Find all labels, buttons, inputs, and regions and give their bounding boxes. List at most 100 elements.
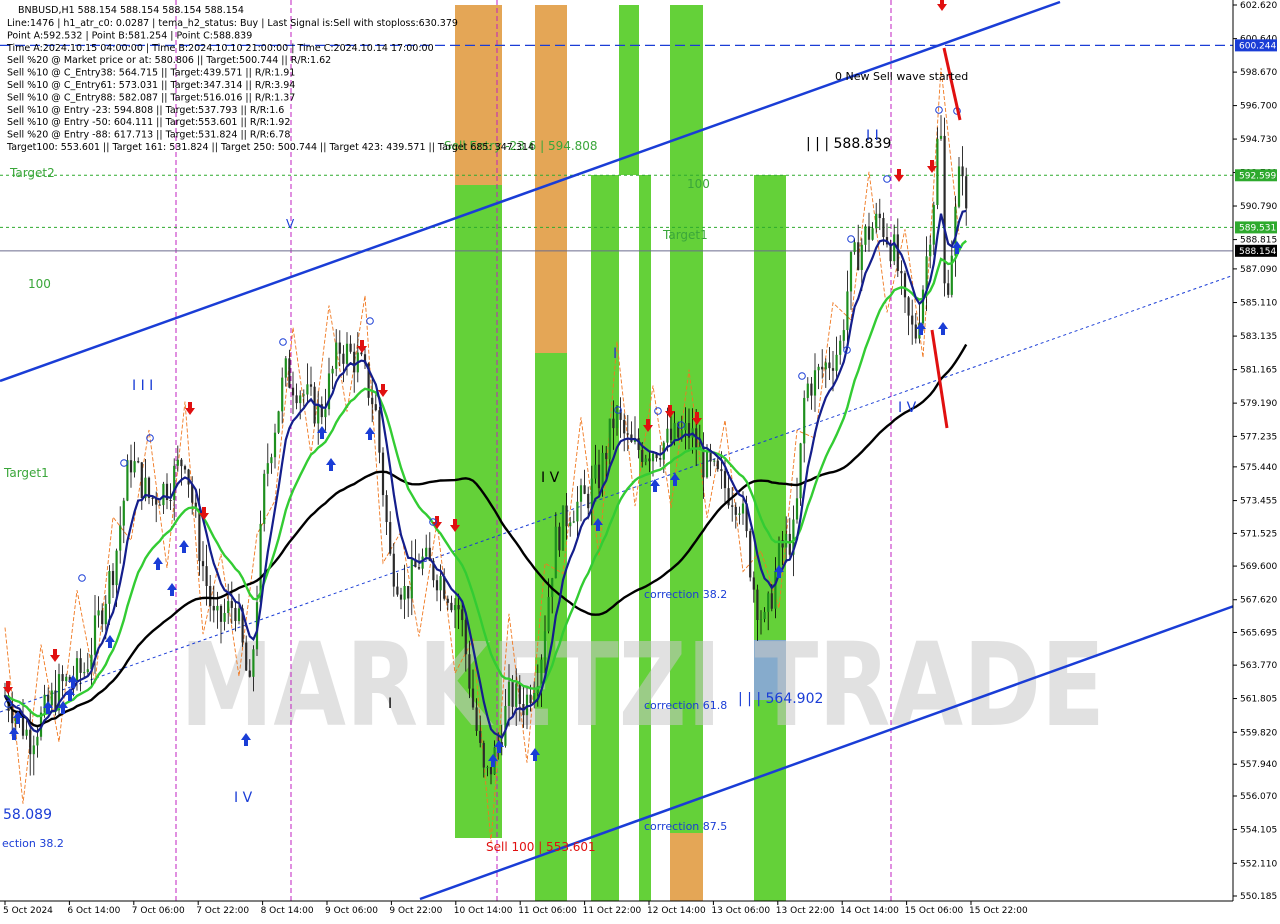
- candle-body: [11, 710, 14, 724]
- candle-body: [140, 462, 143, 499]
- candle-body: [605, 452, 608, 460]
- candle-body: [284, 358, 287, 378]
- time-tick-label: 12 Oct 14:00: [647, 906, 706, 916]
- candle-body: [597, 464, 601, 489]
- price-tick-label: 569.600: [1240, 562, 1277, 572]
- time-tick-label: 11 Oct 22:00: [583, 906, 642, 916]
- candle-body: [741, 503, 745, 514]
- candle-body: [75, 658, 79, 681]
- candle-body: [713, 460, 716, 462]
- candle-body: [234, 607, 237, 622]
- candle-body: [828, 362, 831, 369]
- candle-body: [299, 395, 302, 404]
- candle-body: [345, 343, 349, 364]
- candle-body: [763, 611, 766, 620]
- candle-body: [281, 377, 284, 412]
- time-tick-label: 7 Oct 22:00: [196, 906, 249, 916]
- info-line: Sell %20 @ Market price or at: 580.806 |…: [7, 55, 331, 66]
- price-tag-label: 588.154: [1239, 247, 1276, 257]
- watermark: MARKETZI TRADE: [180, 619, 1105, 753]
- candle-body: [392, 553, 395, 587]
- price-chart[interactable]: MARKETZI TRADE Sell Entry -23.6 | 594.80…: [0, 0, 1280, 920]
- price-axis[interactable]: 602.620600.640598.670596.700594.730592.7…: [1232, 0, 1280, 920]
- candle-body: [824, 362, 827, 370]
- candle-body: [601, 452, 604, 489]
- new-wave-label: 0 New Sell wave started: [835, 70, 968, 83]
- candle-body: [180, 459, 183, 467]
- level-100-left: 100: [28, 277, 51, 291]
- level-100-mid: 100: [687, 177, 710, 191]
- candle-body: [248, 670, 251, 677]
- candle-body: [788, 533, 791, 555]
- candle-body: [651, 453, 655, 462]
- candle-body: [205, 566, 208, 586]
- candle-body: [133, 461, 136, 473]
- time-tick-label: 9 Oct 06:00: [325, 906, 378, 916]
- candle-body: [641, 449, 644, 462]
- candle-body: [223, 612, 226, 622]
- candle-body: [594, 464, 597, 479]
- wave-iv-label: I V: [541, 470, 560, 486]
- candle-body: [403, 585, 406, 600]
- candle-body: [324, 409, 327, 418]
- candle-body: [626, 433, 629, 435]
- candle-body: [623, 419, 626, 434]
- candle-body: [731, 505, 734, 507]
- wave-v-label: V: [286, 217, 295, 231]
- candle-body: [201, 561, 205, 567]
- candle-body: [79, 658, 82, 673]
- info-line: Target100: 553.601 || Target 161: 531.82…: [6, 142, 534, 153]
- candle-body: [183, 466, 187, 470]
- wave-i-mid-label: I: [613, 346, 617, 362]
- price-tick-label: 587.090: [1240, 265, 1277, 275]
- candle-body: [126, 460, 129, 501]
- candle-body: [389, 522, 392, 554]
- candle-body: [770, 593, 773, 609]
- candle-body: [803, 397, 806, 444]
- candle-body: [169, 499, 172, 501]
- candle-body: [176, 459, 179, 466]
- candle-body: [511, 681, 514, 707]
- candle-body: [813, 370, 817, 396]
- candle-body: [561, 505, 565, 551]
- candle-body: [914, 324, 917, 339]
- time-tick-label: 6 Oct 14:00: [67, 906, 120, 916]
- correction-382-label: correction 38.2: [644, 588, 727, 601]
- candle-body: [608, 418, 611, 460]
- candle-body: [767, 593, 770, 612]
- target2-left-label: Target2: [9, 166, 55, 180]
- candle-body: [749, 531, 752, 578]
- candle-body: [659, 458, 662, 460]
- candle-body: [547, 596, 550, 632]
- candle-body: [371, 397, 374, 405]
- candle-body: [338, 342, 341, 354]
- candle-body: [558, 526, 561, 551]
- candle-body: [457, 605, 460, 610]
- candle-body: [471, 688, 475, 708]
- candle-body: [266, 463, 269, 474]
- candle-body: [421, 556, 424, 569]
- candle-body: [936, 138, 939, 206]
- candle-body: [817, 366, 820, 371]
- sell-100-label: Sell 100 | 553.601: [486, 840, 596, 854]
- candle-body: [435, 580, 439, 591]
- candle-body: [644, 458, 647, 462]
- candle-body: [756, 589, 759, 620]
- price-tick-label: 556.070: [1240, 792, 1277, 802]
- price-tick-label: 554.105: [1240, 825, 1277, 835]
- candle-body: [385, 495, 388, 523]
- candle-body: [93, 615, 97, 655]
- candle-body: [518, 683, 521, 704]
- time-tick-label: 10 Oct 14:00: [454, 906, 513, 916]
- time-tick-label: 7 Oct 06:00: [132, 906, 185, 916]
- info-line: Sell %20 @ Entry -88: 617.713 || Target:…: [7, 130, 290, 141]
- watermark-text: MARKETZI TRADE: [180, 619, 1105, 753]
- left-price-label: 58.089: [3, 807, 52, 823]
- candle-body: [108, 571, 111, 604]
- price-tick-label: 557.940: [1240, 760, 1277, 770]
- candle-body: [554, 526, 557, 579]
- candle-body: [939, 135, 943, 139]
- candle-body: [464, 620, 467, 655]
- candle-body: [957, 166, 961, 207]
- chart-window: MARKETZI TRADE Sell Entry -23.6 | 594.80…: [0, 0, 1280, 920]
